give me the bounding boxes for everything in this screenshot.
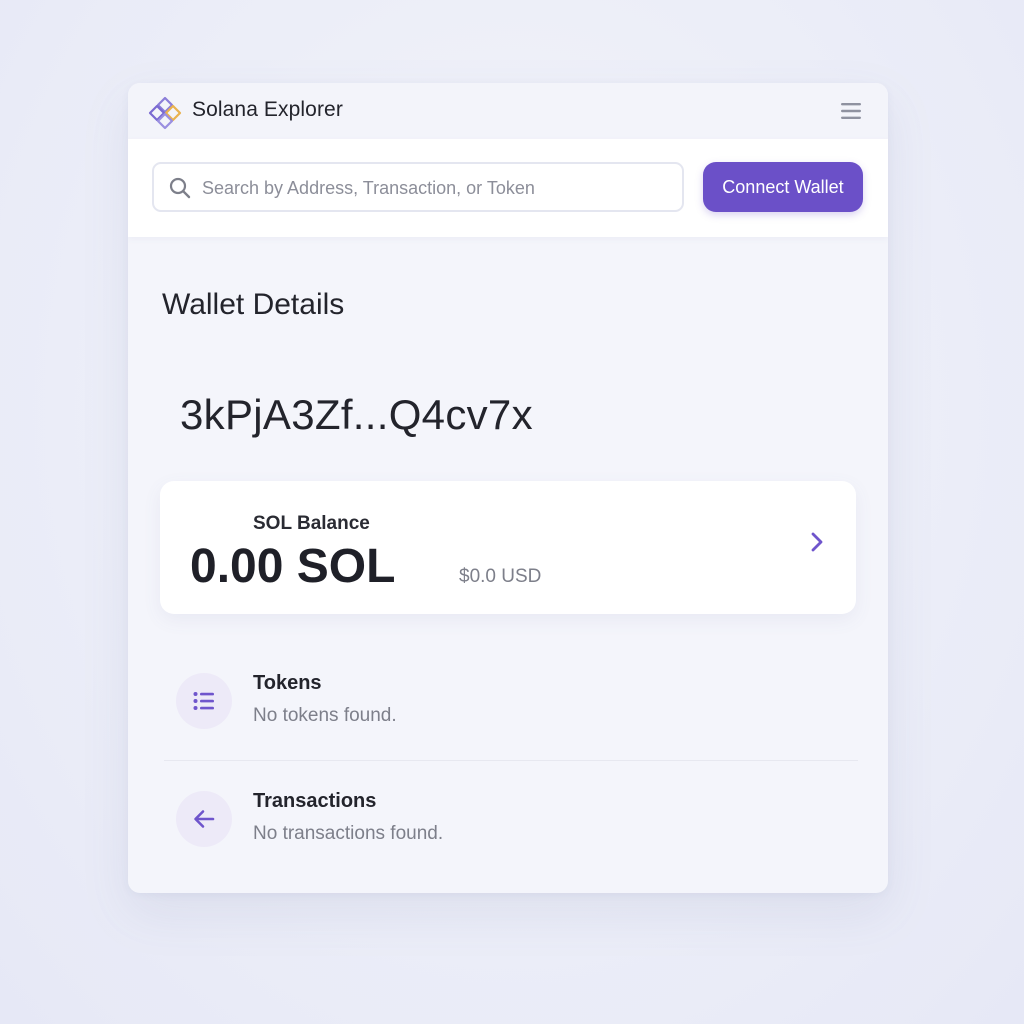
section-divider	[164, 760, 858, 761]
transactions-section[interactable]: Transactions No transactions found.	[164, 777, 854, 867]
wallet-address: 3kPjA3Zf...Q4cv7x	[180, 391, 533, 438]
hamburger-menu-icon[interactable]	[840, 101, 862, 121]
arrow-left-icon	[194, 810, 215, 828]
solana-diamond-logo-icon	[148, 96, 182, 130]
balance-usd-value: $0.0 USD	[459, 566, 542, 587]
tokens-empty-message: No tokens found.	[253, 705, 397, 726]
transactions-title: Transactions	[253, 790, 377, 812]
balance-value: 0.00 SOL	[190, 540, 396, 593]
search-input[interactable]	[200, 164, 674, 212]
connect-wallet-button[interactable]: Connect Wallet	[703, 162, 863, 212]
tokens-icon-badge	[176, 673, 232, 729]
wallet-explorer-window: Solana Explorer Connect Wallet Wallet De…	[128, 83, 888, 893]
search-icon	[169, 177, 191, 199]
list-icon	[193, 692, 214, 710]
transactions-icon-badge	[176, 791, 232, 847]
tokens-title: Tokens	[253, 672, 322, 694]
app-title: Solana Explorer	[192, 98, 343, 121]
search-box[interactable]	[152, 162, 684, 212]
chevron-right-icon	[811, 532, 823, 552]
sol-balance-card[interactable]: SOL Balance 0.00 SOL $0.0 USD	[160, 481, 856, 614]
tokens-section[interactable]: Tokens No tokens found.	[164, 659, 854, 749]
title-bar: Solana Explorer	[128, 83, 888, 139]
transactions-empty-message: No transactions found.	[253, 823, 444, 844]
page-title: Wallet Details	[162, 288, 345, 321]
balance-label: SOL Balance	[253, 513, 370, 534]
search-toolbar: Connect Wallet	[128, 139, 888, 237]
